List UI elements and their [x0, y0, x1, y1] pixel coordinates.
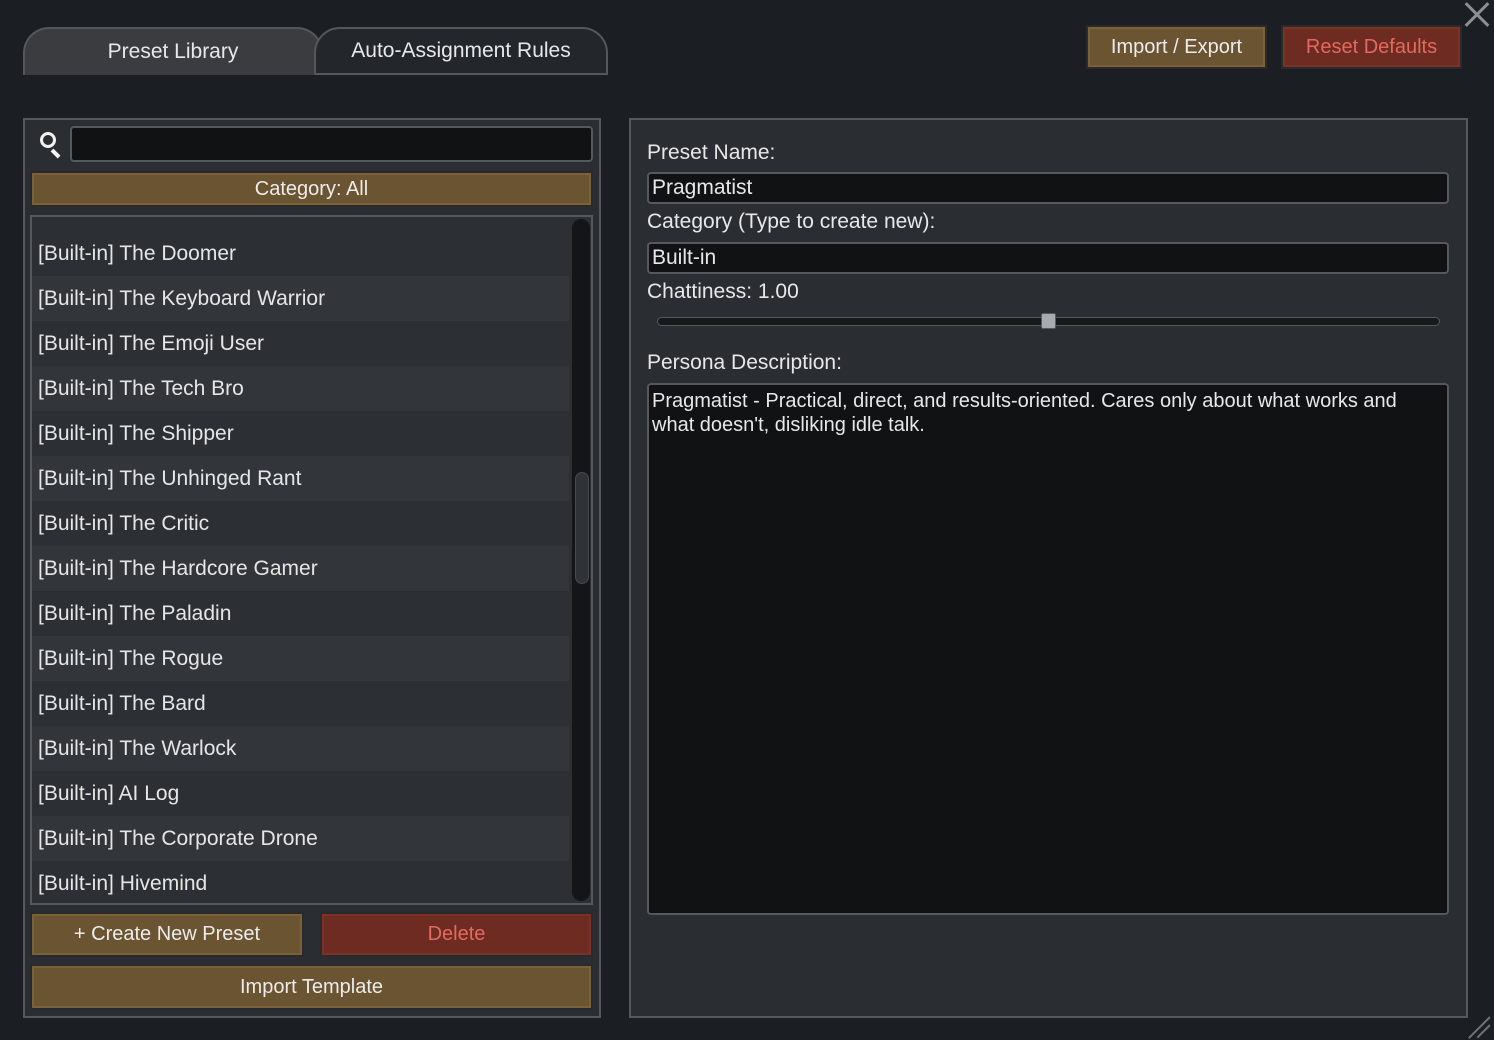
- list-item[interactable]: [Built-in] The Rogue: [32, 636, 569, 681]
- preset-list[interactable]: [Built-in] The Doomer [Built-in] The Key…: [30, 215, 593, 905]
- preset-name-field[interactable]: Pragmatist: [647, 172, 1449, 204]
- search-icon: [38, 130, 64, 159]
- list-item[interactable]: [Built-in] The Bard: [32, 681, 569, 726]
- tab-preset-library[interactable]: Preset Library: [23, 27, 323, 75]
- list-item[interactable]: [Built-in] The Corporate Drone: [32, 816, 569, 861]
- list-scrollbar-thumb[interactable]: [575, 472, 589, 584]
- list-item[interactable]: [Built-in] The Tech Bro: [32, 366, 569, 411]
- category-filter-dropdown[interactable]: Category: All: [30, 171, 593, 207]
- persona-description-label: Persona Description:: [647, 351, 842, 374]
- import-export-button[interactable]: Import / Export: [1086, 25, 1267, 69]
- list-item[interactable]: [Built-in] AI Log: [32, 771, 569, 816]
- list-item[interactable]: [Built-in] The Warlock: [32, 726, 569, 771]
- chattiness-slider-thumb[interactable]: [1041, 313, 1056, 329]
- list-item[interactable]: [Built-in] The Critic: [32, 501, 569, 546]
- preset-manager-window: Preset Library Auto-Assignment Rules Imp…: [0, 0, 1494, 1040]
- search-input[interactable]: [70, 126, 593, 162]
- reset-defaults-button[interactable]: Reset Defaults: [1281, 25, 1462, 69]
- tab-auto-assignment-rules[interactable]: Auto-Assignment Rules: [314, 27, 608, 75]
- list-item[interactable]: [Built-in] The Paladin: [32, 591, 569, 636]
- resize-grip-icon[interactable]: [1466, 1012, 1492, 1039]
- close-icon[interactable]: [1460, 0, 1494, 28]
- category-field[interactable]: Built-in: [647, 242, 1449, 274]
- delete-button[interactable]: Delete: [320, 912, 593, 957]
- list-item[interactable]: [Built-in] The Unhinged Rant: [32, 456, 569, 501]
- chattiness-label: Chattiness: 1.00: [647, 280, 799, 303]
- list-item[interactable]: [Built-in] The Emoji User: [32, 321, 569, 366]
- category-label: Category (Type to create new):: [647, 210, 936, 233]
- list-item[interactable]: [Built-in] The Hardcore Gamer: [32, 546, 569, 591]
- list-item[interactable]: [Built-in] The Doomer: [32, 231, 569, 276]
- preset-name-label: Preset Name:: [647, 141, 776, 164]
- persona-description-field[interactable]: Pragmatist - Practical, direct, and resu…: [647, 383, 1449, 915]
- list-item[interactable]: [Built-in] Hivemind: [32, 861, 569, 903]
- import-template-button[interactable]: Import Template: [30, 964, 593, 1010]
- list-item[interactable]: [Built-in] The Keyboard Warrior: [32, 276, 569, 321]
- create-new-preset-button[interactable]: + Create New Preset: [30, 912, 304, 957]
- list-item[interactable]: [Built-in] The Shipper: [32, 411, 569, 456]
